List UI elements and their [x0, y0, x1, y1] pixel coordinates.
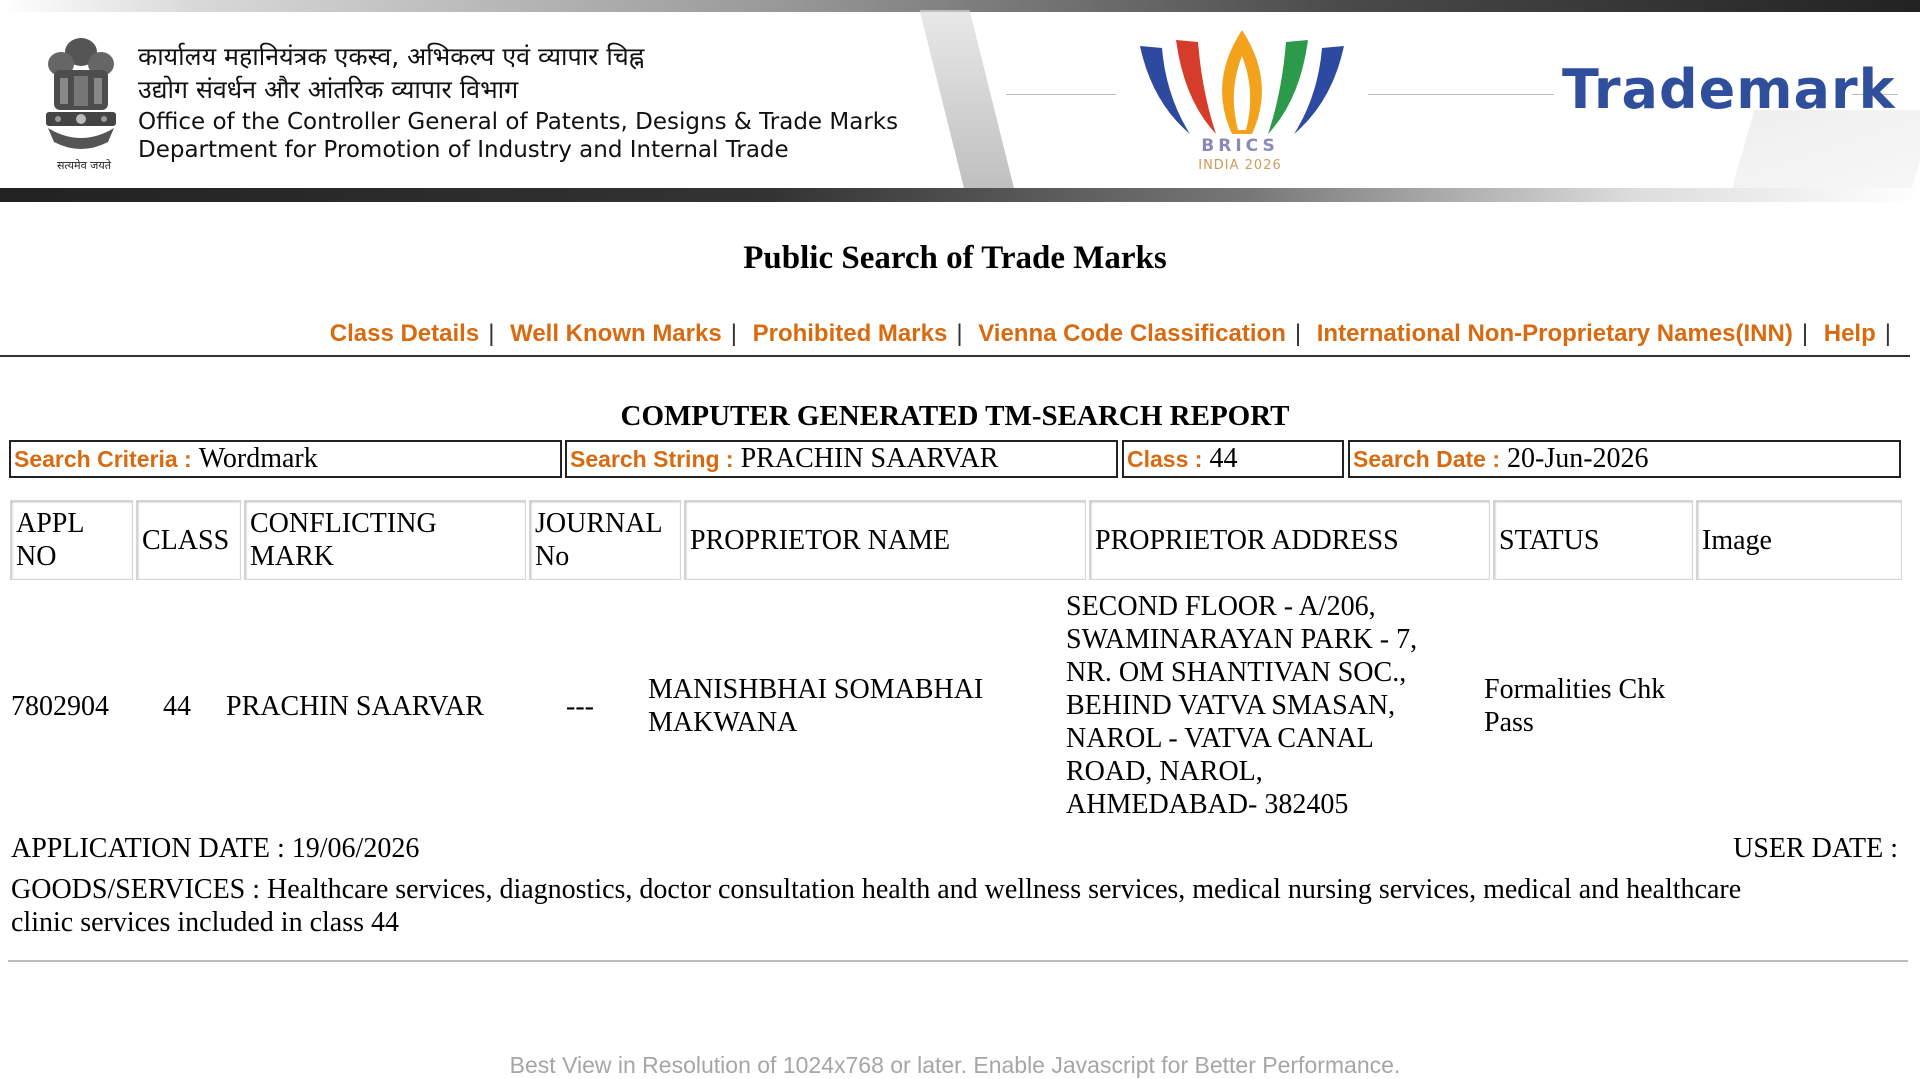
link-vienna-code-classification[interactable]: Vienna Code Classification — [978, 320, 1286, 347]
criteria-search-date: Search Date : 20-Jun-2026 — [1348, 440, 1901, 478]
link-separator: | — [956, 320, 963, 347]
cell-proprietor-name: MANISHBHAI SOMABHAI MAKWANA — [648, 673, 983, 739]
criteria-label: Class : — [1127, 445, 1203, 472]
goods-services-line: GOODS/SERVICES : Healthcare services, di… — [11, 874, 1742, 905]
link-separator: | — [1884, 320, 1891, 347]
header-text: STATUS — [1499, 524, 1600, 556]
link-help[interactable]: Help — [1824, 320, 1876, 347]
cell-conflicting-mark: PRACHIN SAARVAR — [226, 691, 484, 722]
cell-journal-no: --- — [566, 691, 594, 722]
link-separator: | — [1801, 320, 1809, 347]
brics-logo-text: BRICS — [1201, 136, 1279, 156]
link-separator: | — [1294, 320, 1302, 347]
link-class-details[interactable]: Class Details — [330, 320, 479, 347]
page-title: Public Search of Trade Marks — [743, 240, 1167, 276]
address-line: BEHIND VATVA SMASAN, — [1066, 690, 1396, 721]
office-hindi-line2: उद्योग संवर्धन और आंतरिक व्यापार विभाग — [138, 75, 519, 104]
column-header-status: STATUS — [1493, 500, 1693, 580]
status-line: Formalities Chk — [1484, 674, 1666, 705]
banner-rule-middle — [1368, 94, 1554, 95]
criteria-class: Class : 44 — [1122, 440, 1344, 478]
banner-bottom-bar — [0, 188, 1920, 202]
column-header-image: Image — [1696, 500, 1902, 580]
header-text: APPL — [16, 508, 85, 539]
banner-rule-left — [1006, 94, 1116, 95]
criteria-label: Search String : — [570, 445, 734, 472]
column-header-journal-no: JOURNAL No — [529, 500, 681, 580]
goods-services-line: clinic services included in class 44 — [11, 907, 399, 938]
link-inn[interactable]: International Non-Proprietary Names(INN) — [1317, 320, 1793, 347]
header-text: NO — [16, 541, 57, 572]
nav-divider — [0, 355, 1910, 357]
banner-diagonal-stripe — [919, 10, 1015, 190]
criteria-search-criteria: Search Criteria : Wordmark — [9, 440, 562, 478]
office-name-block: कार्यालय महानियंत्रक एकस्व, अभिकल्प एवं … — [138, 40, 898, 164]
office-hindi-line1: कार्यालय महानियंत्रक एकस्व, अभिकल्प एवं … — [138, 42, 645, 71]
address-line: NR. OM SHANTIVAN SOC., — [1066, 657, 1407, 688]
criteria-value: PRACHIN SAARVAR — [740, 443, 999, 474]
office-english-line1: Office of the Controller General of Pate… — [138, 109, 899, 135]
link-prohibited-marks[interactable]: Prohibited Marks — [753, 320, 948, 347]
address-line: SWAMINARAYAN PARK - 7, — [1066, 624, 1418, 655]
address-line: SECOND FLOOR - A/206, — [1066, 591, 1376, 622]
cell-status: Formalities Chk Pass — [1484, 673, 1665, 739]
column-header-proprietor-name: PROPRIETOR NAME — [684, 500, 1086, 580]
header-text: No — [535, 541, 570, 572]
address-line: NAROL - VATVA CANAL — [1066, 723, 1374, 754]
emblem-caption: सत्यमेव जयते — [56, 159, 111, 172]
column-header-class: CLASS — [136, 500, 241, 580]
column-header-proprietor-address: PROPRIETOR ADDRESS — [1089, 500, 1490, 580]
criteria-value: 44 — [1209, 443, 1238, 474]
column-header-conflicting-mark: CONFLICTING MARK — [244, 500, 526, 580]
brics-logo-icon — [1140, 30, 1344, 134]
header-text: JOURNAL — [535, 508, 663, 539]
application-date: APPLICATION DATE : 19/06/2026 — [11, 833, 420, 864]
address-line: ROAD, NAROL, — [1066, 756, 1263, 787]
criteria-label: Search Date : — [1353, 445, 1501, 472]
criteria-value: 20-Jun-2026 — [1507, 443, 1649, 474]
national-emblem-icon — [46, 38, 116, 149]
trademark-banner-title: Trademark — [1562, 58, 1896, 121]
header-text: Image — [1702, 524, 1772, 556]
site-banner: सत्यमेव जयते कार्यालय महानियंत्रक एकस्व,… — [0, 0, 1920, 202]
header-text: MARK — [250, 541, 335, 572]
criteria-value: Wordmark — [198, 443, 318, 474]
header-text: PROPRIETOR ADDRESS — [1095, 524, 1399, 556]
header-text: CONFLICTING — [250, 508, 437, 539]
cell-proprietor-address: SECOND FLOOR - A/206, SWAMINARAYAN PARK … — [1066, 590, 1417, 821]
address-line: AHMEDABAD- 382405 — [1066, 789, 1349, 820]
brics-logo-subtext: INDIA 2026 — [1198, 158, 1282, 173]
link-well-known-marks[interactable]: Well Known Marks — [510, 320, 722, 347]
record-divider — [8, 960, 1908, 962]
status-line: Pass — [1484, 707, 1534, 738]
link-separator: | — [488, 320, 495, 347]
goods-services: GOODS/SERVICES : Healthcare services, di… — [11, 873, 1901, 939]
header-text: CLASS — [142, 524, 230, 556]
header-text: PROPRIETOR NAME — [690, 524, 951, 556]
quick-links-nav: Class Details | Well Known Marks | Prohibi… — [330, 320, 1900, 348]
link-separator: | — [730, 320, 737, 347]
report-title: COMPUTER GENERATED TM-SEARCH REPORT — [620, 400, 1290, 432]
office-english-line2: Department for Promotion of Industry and… — [138, 137, 789, 163]
criteria-label: Search Criteria : — [14, 445, 192, 472]
column-header-appl-no: APPL NO — [10, 500, 133, 580]
proprietor-name-line: MANISHBHAI SOMABHAI — [648, 674, 984, 705]
browser-recommendation-note: Best View in Resolution of 1024x768 or l… — [509, 1052, 1401, 1078]
proprietor-name-line: MAKWANA — [648, 707, 798, 738]
cell-class: 44 — [163, 691, 191, 722]
user-date: USER DATE : — [1733, 833, 1898, 864]
cell-appl-no: 7802904 — [11, 691, 109, 722]
criteria-search-string: Search String : PRACHIN SAARVAR — [565, 440, 1118, 478]
